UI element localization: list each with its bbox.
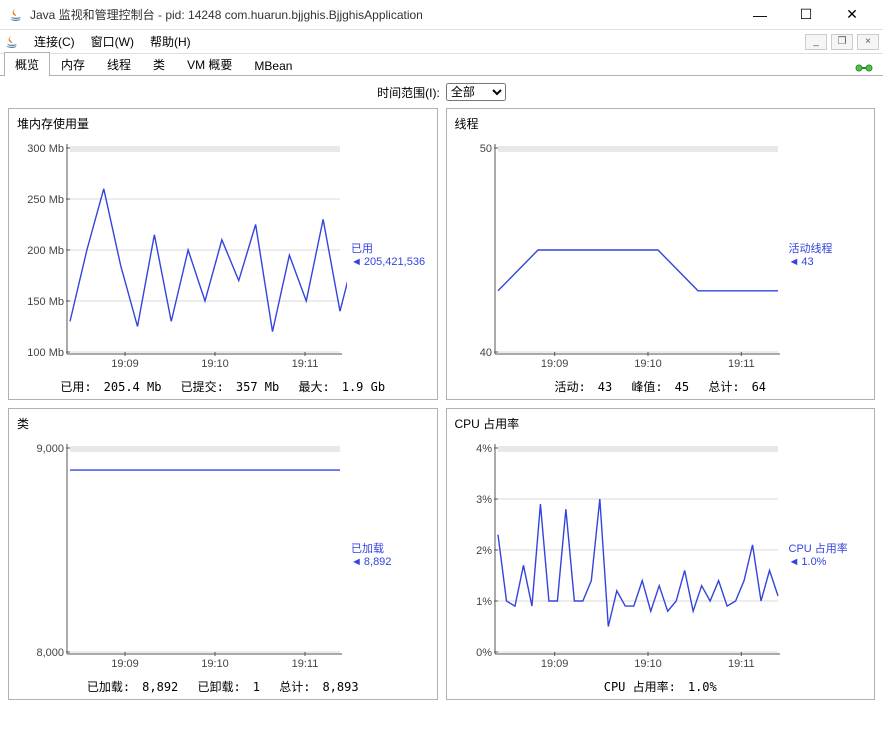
time-range-bar: 时间范围(I): 全部 [0,76,883,108]
tab-classes[interactable]: 类 [142,52,176,76]
svg-text:19:09: 19:09 [111,658,139,670]
heap-stats: 已用:205.4 Mb 已提交:357 Mb 最大:1.9 Gb [17,374,429,395]
heap-chart[interactable]: 300 Mb 250 Mb 200 Mb 150 Mb 100 Mb 19:09 19:1… [17,134,347,374]
time-range-label: 时间范围(I): [377,84,440,101]
svg-text:19:10: 19:10 [634,658,662,670]
java-icon [4,34,20,50]
svg-text:19:11: 19:11 [727,658,754,670]
svg-text:19:11: 19:11 [292,358,319,370]
connection-status-icon [855,61,873,75]
svg-text:9,000: 9,000 [36,443,64,455]
cpu-title: CPU 占用率 [455,415,867,432]
svg-text:0%: 0% [476,647,492,659]
svg-text:250 Mb: 250 Mb [27,194,64,206]
svg-text:3%: 3% [476,494,492,506]
svg-text:19:09: 19:09 [540,658,568,670]
minimize-button[interactable]: — [737,0,783,30]
heap-title: 堆内存使用量 [17,115,429,132]
classes-stats: 已加载:8,892 已卸载:1 总计:8,893 [17,674,429,695]
svg-text:19:10: 19:10 [201,358,229,370]
threads-chart[interactable]: 50 40 19:09 19:10 19:11 [455,134,785,374]
menu-connect[interactable]: 连接(C) [26,33,83,50]
svg-text:19:10: 19:10 [634,358,662,370]
threads-stats: 活动:43 峰值:45 总计:64 [455,374,867,395]
threads-card: 线程 50 40 19:09 19:10 19:11 活动线程 ◄43 活动:43 峰… [446,108,876,400]
cpu-chart[interactable]: 4% 3% 2% 1% 0% 19:09 19:10 19:11 [455,434,785,674]
java-icon [8,7,24,23]
mdi-restore-button[interactable]: ❐ [831,34,853,50]
tab-mbean[interactable]: MBean [243,55,303,76]
svg-text:19:09: 19:09 [540,358,568,370]
heap-card: 堆内存使用量 300 Mb 250 Mb 200 Mb 150 Mb 100 Mb 19… [8,108,438,400]
tab-threads[interactable]: 线程 [96,52,142,76]
classes-title: 类 [17,415,429,432]
svg-text:100 Mb: 100 Mb [27,347,64,359]
menu-help[interactable]: 帮助(H) [142,33,199,50]
cpu-legend: CPU 占用率 ◄1.0% [785,434,863,674]
heap-legend: 已用 ◄205,421,536 [347,134,425,374]
window-title: Java 监视和管理控制台 - pid: 14248 com.huarun.bj… [30,6,737,23]
svg-text:8,000: 8,000 [36,647,64,659]
time-range-select[interactable]: 全部 [446,83,506,101]
tabstrip: 概览 内存 线程 类 VM 概要 MBean [0,54,883,76]
svg-text:300 Mb: 300 Mb [27,143,64,155]
titlebar: Java 监视和管理控制台 - pid: 14248 com.huarun.bj… [0,0,883,30]
mdi-close-button[interactable]: × [857,34,879,50]
cpu-stats: CPU 占用率:1.0% [455,674,867,695]
maximize-button[interactable]: ☐ [783,0,829,30]
svg-text:19:09: 19:09 [111,358,139,370]
classes-legend: 已加载 ◄8,892 [347,434,425,674]
classes-chart[interactable]: 9,000 8,000 19:09 19:10 19:11 [17,434,347,674]
svg-text:40: 40 [479,347,491,359]
svg-text:19:10: 19:10 [201,658,229,670]
threads-title: 线程 [455,115,867,132]
svg-text:19:11: 19:11 [727,358,754,370]
menubar: 连接(C) 窗口(W) 帮助(H) _ ❐ × [0,30,883,54]
close-button[interactable]: ✕ [829,0,875,30]
svg-text:4%: 4% [476,443,492,455]
svg-text:2%: 2% [476,545,492,557]
tab-vm-summary[interactable]: VM 概要 [176,52,243,76]
tab-overview[interactable]: 概览 [4,52,50,76]
tab-memory[interactable]: 内存 [50,52,96,76]
classes-card: 类 9,0008,000 19:0919:1019:11 已加载 ◄8,892 … [8,408,438,700]
svg-text:50: 50 [479,143,491,155]
threads-legend: 活动线程 ◄43 [785,134,863,374]
charts-grid: 堆内存使用量 300 Mb 250 Mb 200 Mb 150 Mb 100 Mb 19… [0,108,883,708]
mdi-minimize-button[interactable]: _ [805,34,827,50]
svg-text:19:11: 19:11 [292,658,319,670]
svg-text:1%: 1% [476,596,492,608]
svg-text:200 Mb: 200 Mb [27,245,64,257]
svg-text:150 Mb: 150 Mb [27,296,64,308]
cpu-card: CPU 占用率 4% 3% 2% 1% 0% 19:09 19:10 19:11 CPU 占… [446,408,876,700]
menu-window[interactable]: 窗口(W) [83,33,142,50]
